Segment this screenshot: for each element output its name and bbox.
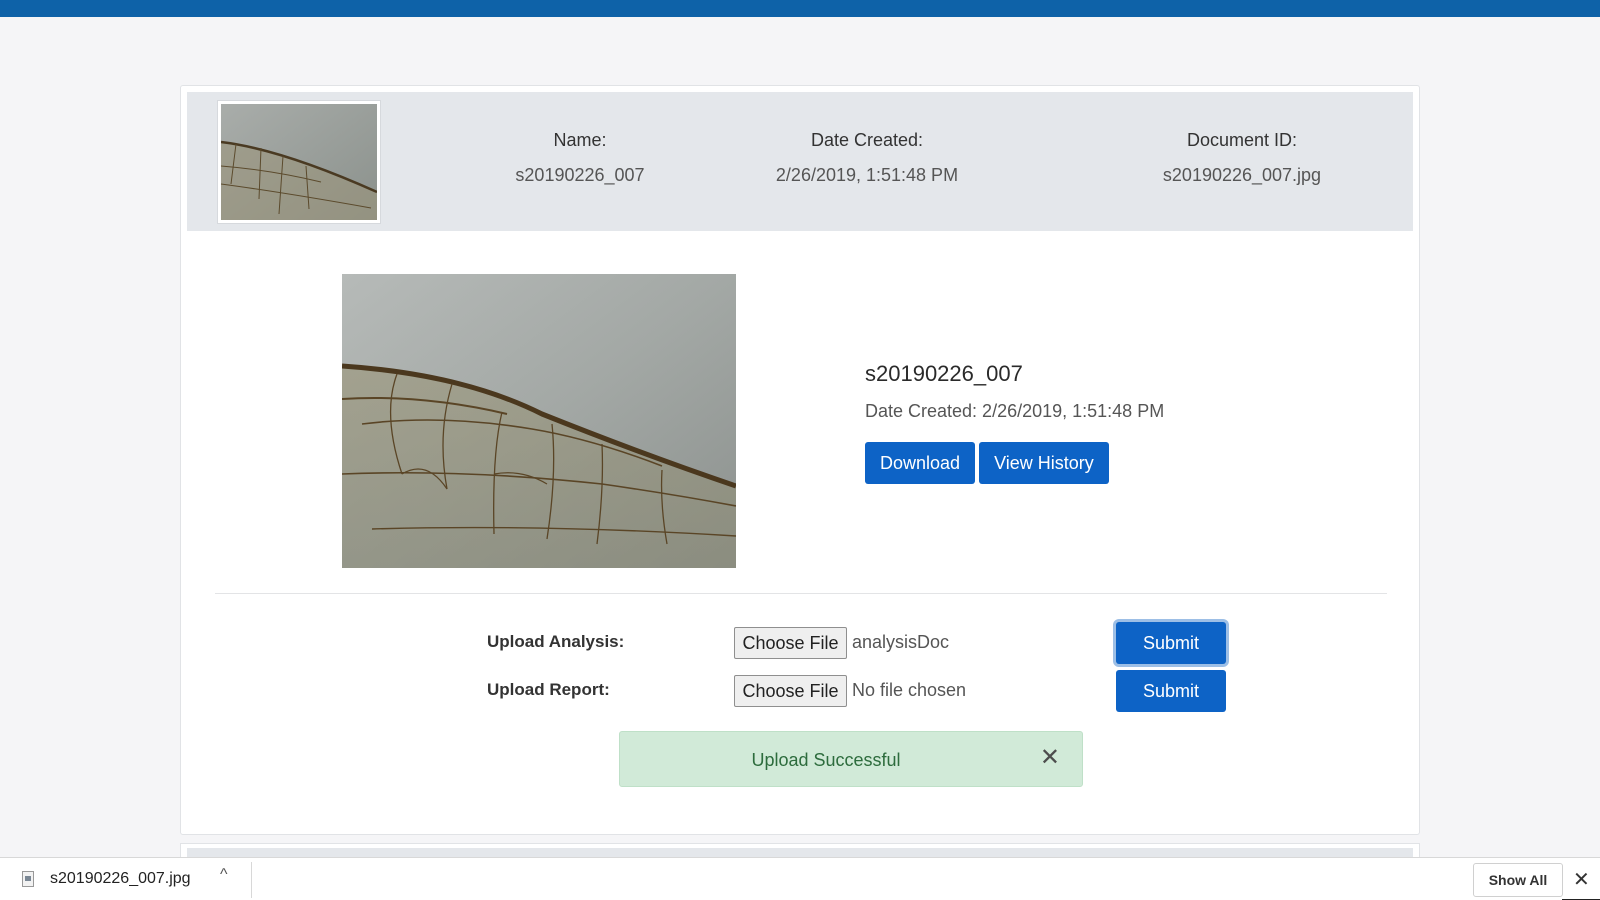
view-history-button[interactable]: View History [979, 442, 1109, 484]
document-card: Name: s20190226_007 Date Created: 2/26/2… [180, 85, 1420, 835]
document-id-value: s20190226_007.jpg [1162, 165, 1322, 185]
top-bar [0, 0, 1600, 17]
download-button[interactable]: Download [865, 442, 976, 484]
wing-image [342, 274, 736, 568]
upload-analysis-label: Upload Analysis: [487, 632, 625, 651]
upload-analysis-row: Upload Analysis: Choose File analysisDoc… [181, 621, 1421, 664]
download-bar: s20190226_007.jpg ^ Show All ✕ [0, 857, 1600, 900]
name-column: Name: s20190226_007 [480, 130, 680, 186]
show-all-button[interactable]: Show All [1473, 863, 1563, 897]
submit-analysis-button[interactable]: Submit [1116, 622, 1226, 664]
name-label: Name: [553, 130, 607, 150]
name-value: s20190226_007 [515, 165, 645, 185]
analysis-file-name: analysisDoc [852, 632, 950, 652]
section-divider [215, 593, 1387, 594]
file-icon [22, 871, 34, 887]
document-id-column: Document ID: s20190226_007.jpg [1087, 130, 1397, 186]
document-detail: s20190226_007 Date Created: 2/26/2019, 1… [865, 361, 1164, 484]
report-file-name: No file chosen [852, 680, 967, 700]
document-id-label: Document ID: [1186, 130, 1298, 150]
date-value: 2/26/2019, 1:51:48 PM [775, 165, 959, 185]
close-icon[interactable]: ✕ [1573, 867, 1590, 892]
alert-close-icon[interactable]: ✕ [1040, 746, 1060, 770]
wing-thumbnail-image [220, 104, 378, 220]
document-date: Date Created: 2/26/2019, 1:51:48 PM [865, 401, 1165, 421]
date-label: Date Created: [810, 130, 924, 150]
downloaded-file-name[interactable]: s20190226_007.jpg [50, 870, 191, 888]
download-bar-separator [251, 862, 252, 898]
thumbnail[interactable] [217, 100, 381, 224]
document-header: Name: s20190226_007 Date Created: 2/26/2… [187, 92, 1413, 231]
upload-report-label: Upload Report: [487, 680, 610, 699]
document-title: s20190226_007 [865, 361, 1023, 386]
submit-report-button[interactable]: Submit [1116, 670, 1226, 712]
upload-success-alert: Upload Successful ✕ [619, 731, 1083, 787]
date-column: Date Created: 2/26/2019, 1:51:48 PM [717, 130, 1017, 186]
chevron-up-icon[interactable]: ^ [220, 866, 228, 884]
choose-file-report-button[interactable]: Choose File [734, 675, 847, 707]
next-document-card [180, 843, 1420, 858]
upload-report-row: Upload Report: Choose File No file chose… [181, 669, 1421, 712]
alert-message: Upload Successful [751, 750, 901, 770]
choose-file-analysis-button[interactable]: Choose File [734, 627, 847, 659]
